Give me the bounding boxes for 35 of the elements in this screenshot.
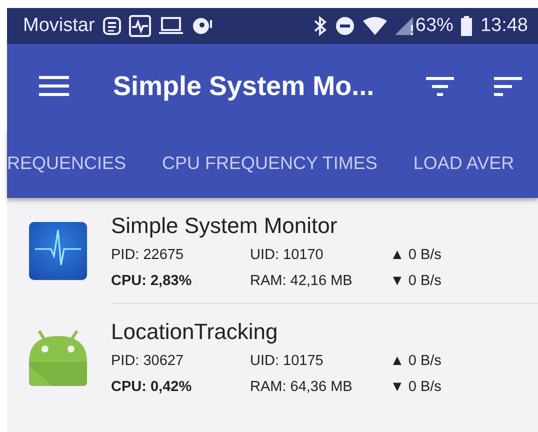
app-title: Simple System Mo... [113, 70, 374, 103]
uid-text: UID: 10170 [250, 246, 324, 265]
bluetooth-icon [313, 16, 328, 36]
carrier-name: Movistar [23, 14, 95, 38]
wifi-icon [363, 17, 388, 35]
cpu-usage: CPU: 2,83% [111, 272, 193, 292]
tab[interactable]: LOAD AVER [395, 128, 532, 198]
sort-icon[interactable] [494, 76, 522, 96]
cpu-usage: CPU: 0,42% [111, 378, 193, 398]
clock-time: 13:48 [480, 14, 528, 38]
battery-level: 63% [415, 14, 454, 38]
pid-text: PID: 30627 [111, 352, 185, 371]
laptop-icon [158, 17, 183, 35]
ram-usage: RAM: 64,36 MB [250, 378, 354, 398]
tab[interactable]: REQUENCIES [7, 128, 144, 198]
signal-icon [395, 17, 416, 35]
app-icon [29, 222, 87, 280]
pulse-icon [128, 15, 151, 37]
upload-rate: ▲ 0 B/s [390, 352, 442, 371]
download-rate: ▼ 0 B/s [390, 272, 442, 292]
do-not-disturb-icon [335, 16, 356, 36]
tab[interactable]: CPU FREQUENCY TIMES [144, 128, 396, 198]
uid-text: UID: 10175 [250, 352, 324, 371]
upload-rate: ▲ 0 B/s [390, 246, 442, 265]
robot-icon [29, 328, 87, 386]
battery-icon [461, 16, 472, 36]
filter-icon[interactable] [426, 76, 454, 96]
notes-icon [102, 17, 121, 35]
menu-icon[interactable] [39, 75, 69, 97]
process-name: LocationTracking [111, 318, 279, 346]
ram-usage: RAM: 42,16 MB [250, 272, 354, 292]
pid-text: PID: 22675 [111, 246, 185, 265]
download-rate: ▼ 0 B/s [390, 378, 442, 398]
process-name: Simple System Monitor [111, 212, 338, 240]
disc-icon [190, 16, 213, 36]
